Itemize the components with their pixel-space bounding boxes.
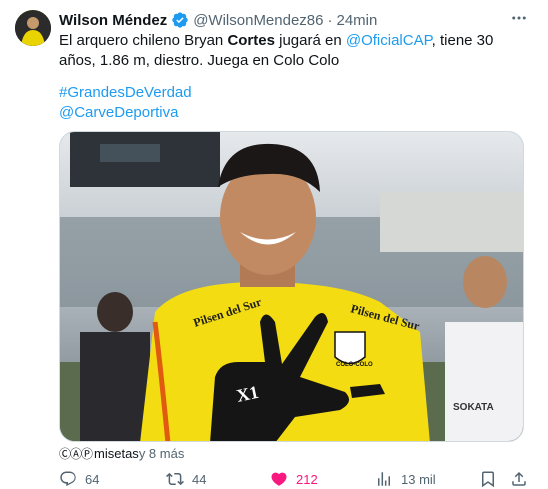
retweet-icon bbox=[166, 472, 184, 486]
text-before: El arquero chileno Bryan bbox=[59, 32, 228, 49]
views-count: 13 mil bbox=[401, 471, 436, 487]
crest-text: COLO-COLO bbox=[336, 362, 373, 368]
share-button[interactable] bbox=[510, 470, 536, 488]
share-icon bbox=[512, 471, 526, 486]
views-button[interactable]: 13 mil bbox=[375, 470, 436, 488]
tweet-photo[interactable]: SOKATA Pilsen del Sur Pilsen del Sur COL… bbox=[59, 131, 524, 442]
tagged-users[interactable]: ⒸⒶⓅ misetas y 8 más bbox=[59, 445, 184, 461]
avatar[interactable] bbox=[15, 10, 51, 46]
author-name[interactable]: Wilson Méndez bbox=[59, 12, 167, 29]
tagged-more[interactable]: y 8 más bbox=[139, 446, 185, 461]
teammate-shirt-text: SOKATA bbox=[453, 402, 494, 413]
retweet-button[interactable]: 44 bbox=[166, 470, 206, 488]
tweet-card[interactable]: Wilson Méndez @WilsonMendez86 · 24min El… bbox=[0, 0, 548, 489]
mention-link[interactable]: @OficialCAP bbox=[346, 32, 432, 49]
more-icon[interactable] bbox=[510, 9, 528, 32]
tagged-avatars-icon: ⒸⒶⓅ bbox=[59, 446, 93, 461]
mention2-link[interactable]: @CarveDeportiva bbox=[59, 103, 192, 123]
text-mid: jugará en bbox=[274, 32, 346, 49]
bookmark-icon bbox=[482, 471, 494, 488]
hashtag-link[interactable]: #GrandesDeVerdad bbox=[59, 83, 192, 103]
separator-dot: · bbox=[327, 11, 333, 29]
like-count: 212 bbox=[296, 471, 318, 487]
like-button[interactable]: 212 bbox=[270, 470, 318, 488]
heart-icon bbox=[271, 472, 287, 486]
bookmark-button[interactable] bbox=[479, 470, 505, 488]
retweet-count: 44 bbox=[192, 471, 207, 487]
verified-badge-icon bbox=[171, 11, 189, 29]
tweet-text: El arquero chileno Bryan Cortes jugará e… bbox=[59, 31, 529, 71]
action-bar: 64 44 212 13 mil bbox=[59, 469, 529, 489]
tweet-header: Wilson Méndez @WilsonMendez86 · 24min bbox=[59, 10, 528, 30]
reply-count: 64 bbox=[85, 471, 100, 487]
author-handle[interactable]: @WilsonMendez86 bbox=[193, 12, 323, 29]
tagged-user[interactable]: misetas bbox=[94, 446, 139, 461]
text-bold: Cortes bbox=[227, 32, 275, 49]
tweet-tags: #GrandesDeVerdad @CarveDeportiva bbox=[59, 83, 192, 123]
views-icon bbox=[378, 472, 390, 486]
reply-button[interactable]: 64 bbox=[59, 470, 99, 488]
tweet-time[interactable]: 24min bbox=[337, 12, 378, 29]
reply-icon bbox=[60, 471, 76, 487]
